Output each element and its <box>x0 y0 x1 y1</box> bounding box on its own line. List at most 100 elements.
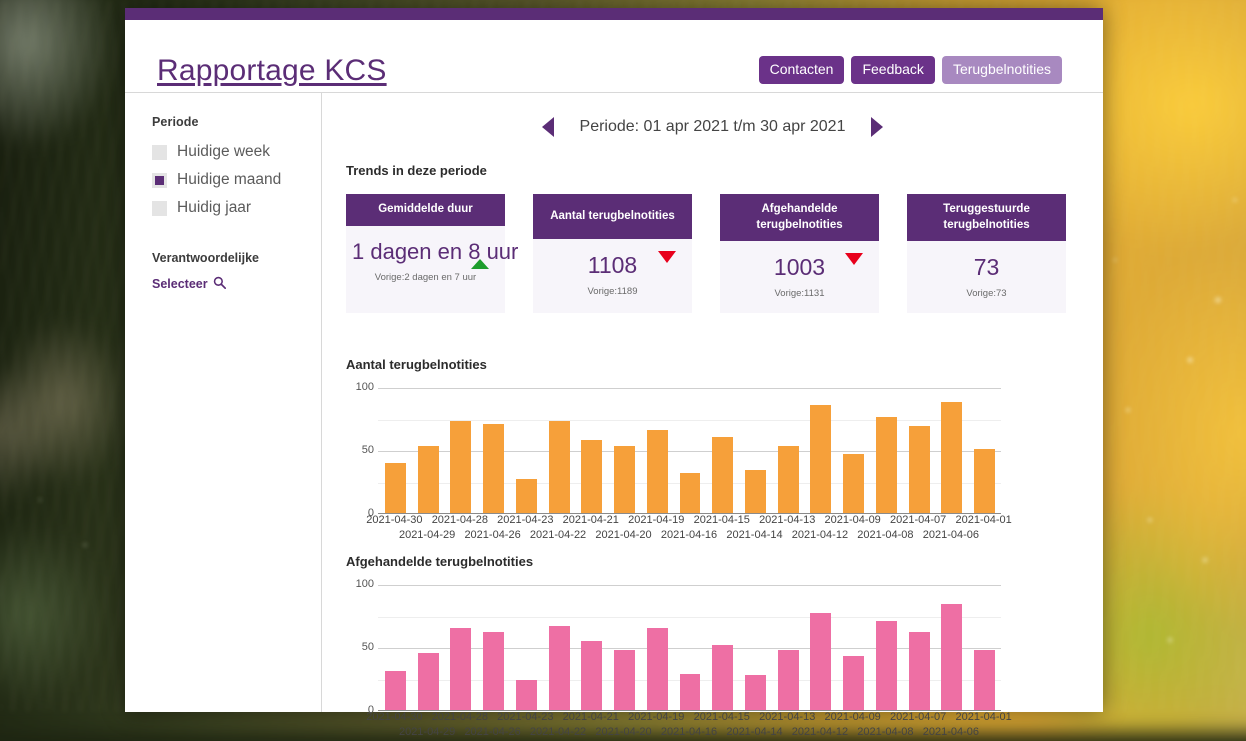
bar-cell <box>444 628 477 711</box>
kpi-card-aantal-terugbelnotities: Aantal terugbelnotities 1108 Vorige:1189 <box>533 194 692 314</box>
sidebar-option-huidig-jaar[interactable]: Huidig jaar <box>152 199 321 217</box>
bar-2021-04-29[interactable] <box>417 446 439 514</box>
bar-series <box>379 585 1001 711</box>
kpi-card-body: 1003 Vorige:1131 <box>720 241 879 313</box>
bar-series <box>379 388 1001 514</box>
sidebar-option-huidige-maand[interactable]: Huidige maand <box>152 171 321 189</box>
window-top-accent-bar <box>125 8 1103 20</box>
bar-2021-04-06[interactable] <box>941 402 963 514</box>
bar-2021-04-30[interactable] <box>384 670 406 711</box>
bar-2021-04-28[interactable] <box>450 421 472 514</box>
application-window: Rapportage KCS Contacten Feedback Terugb… <box>125 8 1103 738</box>
bar-2021-04-29[interactable] <box>417 653 439 711</box>
x-axis-tick-2021-04-16: 2021-04-16 <box>660 726 718 739</box>
bar-cell <box>870 620 903 711</box>
x-axis-tick-2021-04-23: 2021-04-23 <box>497 711 554 724</box>
bar-2021-04-23[interactable] <box>515 479 537 514</box>
bar-cell <box>968 448 1001 514</box>
bar-cell <box>641 628 674 711</box>
bar-cell <box>837 453 870 514</box>
bar-2021-04-20[interactable] <box>614 649 635 711</box>
sidebar-option-huidige-week[interactable]: Huidige week <box>152 143 321 161</box>
bar-2021-04-14[interactable] <box>744 470 766 514</box>
triangle-left-icon[interactable] <box>541 117 554 137</box>
bar-2021-04-09[interactable] <box>843 655 865 711</box>
bar-2021-04-19[interactable] <box>646 429 668 514</box>
bar-cell <box>543 421 576 514</box>
y-axis-tick-100: 100 <box>355 578 374 591</box>
bar-2021-04-01[interactable] <box>974 649 996 711</box>
sidebar-periode-label: Periode <box>152 115 199 129</box>
bar-2021-04-07[interactable] <box>908 426 930 514</box>
bar-cell <box>739 470 772 514</box>
bar-2021-04-21[interactable] <box>581 640 603 711</box>
tab-terugbelnotities[interactable]: Terugbelnotities <box>941 56 1062 85</box>
bar-cell <box>543 625 576 711</box>
bar-2021-04-20[interactable] <box>614 446 635 514</box>
kpi-card-gemiddelde-duur: Gemiddelde duur 1 dagen en 8 uur Vorige:… <box>346 194 518 314</box>
kpi-card-body: 1 dagen en 8 uur Vorige:2 dagen en 7 uur <box>346 226 518 298</box>
bar-cell <box>706 644 739 711</box>
bar-chart-aantal-terugbelnotities: 0 50 100 <box>346 381 1001 519</box>
bar-chart-aantal-x-axis-labels: 2021-04-30 2021-04-29 2021-04-28 2021-04-26… <box>366 514 1033 544</box>
bar-2021-04-15[interactable] <box>712 437 734 514</box>
bar-2021-04-19[interactable] <box>646 628 668 711</box>
x-axis-tick-2021-04-08: 2021-04-08 <box>857 529 914 542</box>
bar-cell <box>772 446 805 514</box>
bar-2021-04-07[interactable] <box>908 631 930 711</box>
bar-2021-04-12[interactable] <box>810 404 832 514</box>
bar-2021-04-13[interactable] <box>777 446 799 514</box>
select-responsible-link[interactable]: Selecteer <box>152 276 321 292</box>
kpi-card-value: 73 <box>973 254 1000 281</box>
triangle-right-icon[interactable] <box>871 117 884 137</box>
x-axis-tick-2021-04-15: 2021-04-15 <box>693 711 750 724</box>
bar-2021-04-08[interactable] <box>875 417 897 514</box>
chart-title-afgehandelde: Afgehandelde terugbelnotities <box>346 554 534 570</box>
x-axis-tick-2021-04-20: 2021-04-20 <box>595 726 652 739</box>
kpi-card-previous: Vorige:1189 <box>587 286 638 298</box>
x-axis-tick-2021-04-22: 2021-04-22 <box>529 726 587 739</box>
bar-2021-04-16[interactable] <box>679 472 701 514</box>
x-axis-tick-2021-04-01: 2021-04-01 <box>955 711 1012 724</box>
x-axis-tick-2021-04-28: 2021-04-28 <box>431 514 488 527</box>
x-axis-tick-2021-04-28: 2021-04-28 <box>431 711 488 724</box>
bar-2021-04-06[interactable] <box>941 604 963 711</box>
bar-cell <box>412 446 445 514</box>
bar-2021-04-23[interactable] <box>515 679 537 711</box>
bar-2021-04-16[interactable] <box>679 673 701 711</box>
bar-cell <box>837 655 870 711</box>
bar-2021-04-12[interactable] <box>810 613 832 711</box>
trend-down-icon <box>845 253 863 266</box>
bar-2021-04-22[interactable] <box>548 421 570 514</box>
tab-contacten[interactable]: Contacten <box>758 56 845 85</box>
bar-cell <box>805 404 838 514</box>
bar-2021-04-08[interactable] <box>875 620 897 711</box>
main-content: Periode: 01 apr 2021 t/m 30 apr 2021 Tre… <box>322 93 1103 738</box>
bar-chart-afgehandelde-terugbelnotities: 0 50 100 <box>346 578 1001 716</box>
kpi-card-teruggestuurde-terugbelnotities: Teruggestuurde terugbelnotities 73 Vorig… <box>907 194 1066 314</box>
bar-2021-04-14[interactable] <box>744 674 766 711</box>
kpi-card-title: Afgehandelde terugbelnotities <box>720 194 879 242</box>
bar-cell <box>641 429 674 514</box>
bar-2021-04-28[interactable] <box>450 628 472 711</box>
bar-2021-04-09[interactable] <box>843 453 865 514</box>
bar-cell <box>935 402 968 514</box>
sidebar-option-label: Huidige maand <box>177 171 282 188</box>
bar-2021-04-01[interactable] <box>974 448 996 514</box>
x-axis-tick-2021-04-09: 2021-04-09 <box>824 711 881 724</box>
bar-2021-04-21[interactable] <box>581 439 603 514</box>
bar-2021-04-30[interactable] <box>384 462 406 514</box>
period-navigation: Periode: 01 apr 2021 t/m 30 apr 2021 <box>322 93 1103 137</box>
kpi-card-afgehandelde-terugbelnotities: Afgehandelde terugbelnotities 1003 Vorig… <box>720 194 879 314</box>
radio-icon <box>152 200 167 216</box>
tab-feedback[interactable]: Feedback <box>851 56 935 85</box>
page-title[interactable]: Rapportage KCS <box>157 54 387 88</box>
bar-2021-04-15[interactable] <box>712 644 734 711</box>
x-axis-tick-2021-04-26: 2021-04-26 <box>464 726 521 739</box>
bar-2021-04-22[interactable] <box>548 625 570 711</box>
x-axis-tick-2021-04-01: 2021-04-01 <box>955 514 1012 527</box>
bar-2021-04-26[interactable] <box>483 423 505 514</box>
bar-2021-04-26[interactable] <box>483 631 505 711</box>
bar-2021-04-13[interactable] <box>777 649 799 711</box>
select-link-label: Selecteer <box>152 277 208 291</box>
